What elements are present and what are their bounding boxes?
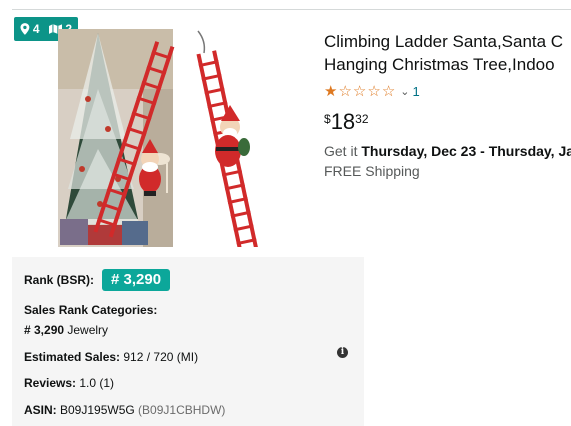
asin-parent[interactable]: (B09J1CBHDW)	[135, 403, 225, 417]
category-rank: # 3,290	[24, 323, 65, 337]
delivery-estimate: Get it Thursday, Dec 23 - Thursday, Jar	[324, 143, 571, 159]
category-row: # 3,290 Jewelry	[24, 323, 108, 337]
price-whole: 18	[330, 109, 356, 134]
estimated-sales-value: 912 / 720 (MI)	[120, 350, 199, 364]
product-title[interactable]: Climbing Ladder Santa,Santa C Hanging Ch…	[324, 30, 571, 76]
seller-info-panel: Rank (BSR): # 3,290 Sales Rank Categorie…	[12, 257, 364, 426]
delivery-prefix: Get it	[324, 143, 362, 159]
map-pin-icon	[20, 23, 30, 35]
rating-row[interactable]: ★ ☆ ☆ ☆ ☆ ⌄ 1	[324, 82, 420, 100]
review-count-link[interactable]: 1	[412, 84, 419, 99]
categories-label: Sales Rank Categories:	[24, 303, 158, 317]
category-name: Jewelry	[64, 323, 109, 337]
asin-value[interactable]: B09J195W5G	[57, 403, 135, 417]
price: $ 18 32	[324, 110, 369, 134]
chevron-down-icon[interactable]: ⌄	[400, 85, 409, 98]
delivery-dates: Thursday, Dec 23 - Thursday, Jar	[361, 143, 571, 159]
asin-label: ASIN:	[24, 403, 57, 417]
reviews-value: 1.0 (1)	[76, 376, 115, 390]
product-image[interactable]	[58, 29, 275, 247]
location-count: 4	[32, 22, 40, 36]
star-empty-icon: ☆	[338, 82, 352, 100]
reviews-label: Reviews:	[24, 376, 77, 390]
star-empty-icon: ☆	[381, 82, 396, 100]
star-empty-icon: ☆	[367, 82, 381, 100]
top-divider	[12, 9, 571, 10]
star-full-icon: ★	[324, 82, 338, 100]
asin-row: ASIN: B09J195W5G (B09J1CBHDW)	[24, 403, 225, 417]
estimated-sales-row: Estimated Sales: 912 / 720 (MI)	[24, 350, 198, 364]
estimated-sales-label: Estimated Sales:	[24, 350, 121, 364]
info-icon[interactable]: i	[337, 347, 348, 358]
reviews-row: Reviews: 1.0 (1)	[24, 376, 114, 390]
rank-row: Rank (BSR): # 3,290	[24, 269, 171, 291]
product-title-line1: Climbing Ladder Santa,Santa C	[324, 32, 564, 51]
star-empty-icon: ☆	[352, 82, 367, 100]
price-symbol: $	[324, 112, 331, 126]
categories-label-row: Sales Rank Categories:	[24, 303, 157, 317]
price-fraction: 32	[355, 112, 369, 126]
product-title-line2: Hanging Christmas Tree,Indoo	[324, 55, 555, 74]
rank-label: Rank (BSR):	[24, 273, 95, 287]
rank-badge: # 3,290	[102, 269, 171, 291]
shipping-info: FREE Shipping	[324, 163, 420, 179]
